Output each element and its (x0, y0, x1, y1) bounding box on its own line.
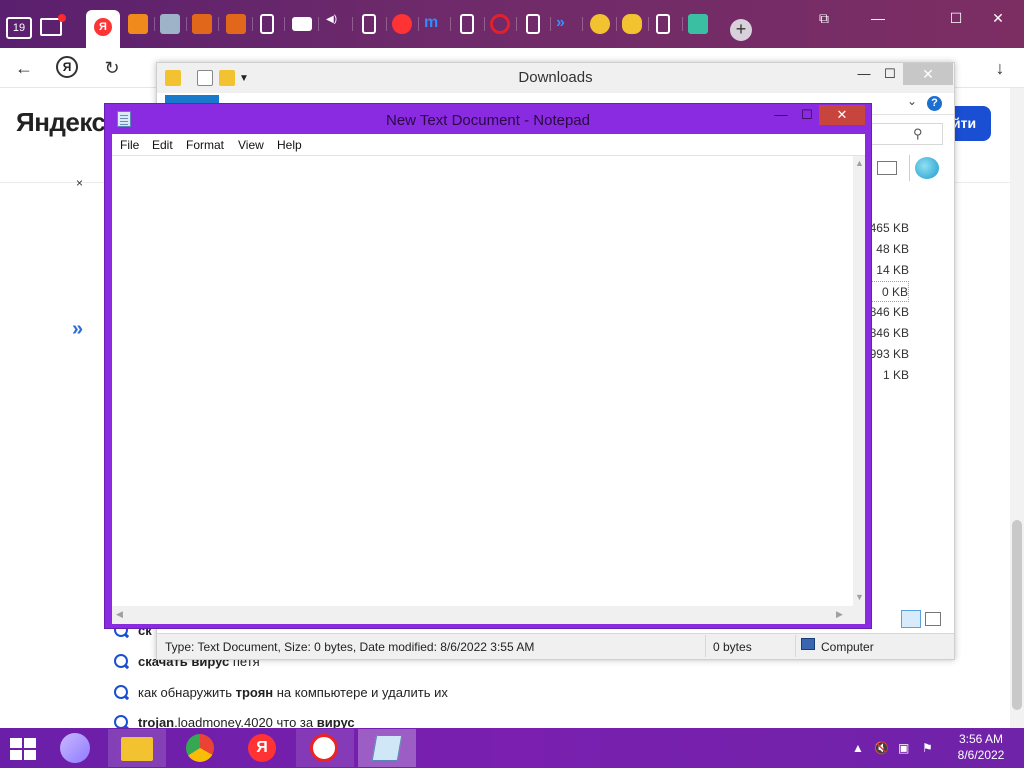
page-scrollbar-thumb[interactable] (1012, 520, 1022, 710)
notepad-menu-bar: File Edit Format View Help (112, 134, 865, 156)
resize-grip-icon[interactable] (853, 606, 865, 624)
chevrons-icon[interactable]: » (72, 318, 83, 341)
scroll-down-icon[interactable]: ▼ (855, 592, 864, 602)
explorer-titlebar[interactable]: ▼ Downloads — ☐ ✕ (157, 63, 954, 93)
tab-document-5[interactable] (656, 14, 670, 34)
bookmarks-icon[interactable]: ⧉ (812, 8, 836, 28)
search-input[interactable] (865, 123, 943, 145)
large-icons-view-icon[interactable] (925, 612, 941, 626)
tab-download-1[interactable] (192, 14, 212, 34)
browser-tab-bar: 19 Я ◀) m » + ⧉ — ☐ ✕ (0, 0, 1024, 48)
tab-chevron-site[interactable]: » (556, 14, 576, 34)
tab-audio[interactable]: ◀) (326, 14, 346, 34)
status-bytes: 0 bytes (713, 640, 752, 654)
network-icon[interactable]: ▣ (898, 741, 909, 755)
chrome-icon[interactable] (186, 734, 214, 762)
menu-edit[interactable]: Edit (152, 138, 173, 152)
tab-document-2[interactable] (362, 14, 376, 34)
taskbar-explorer[interactable] (108, 729, 166, 767)
alice-assistant-icon[interactable] (60, 733, 90, 763)
show-hidden-icons-icon[interactable]: ▲ (852, 741, 864, 755)
close-icon[interactable]: × (76, 176, 83, 190)
search-icon (114, 685, 128, 699)
tab-green-site[interactable] (688, 14, 708, 34)
divider (909, 155, 910, 181)
search-icon (114, 715, 128, 729)
computer-icon (801, 638, 815, 650)
action-center-icon[interactable]: ⚑ (922, 741, 933, 755)
scroll-left-icon[interactable]: ◀ (116, 609, 123, 620)
status-text: Type: Text Document, Size: 0 bytes, Date… (165, 640, 535, 654)
back-button[interactable]: ← (12, 56, 36, 80)
explorer-status-bar: Type: Text Document, Size: 0 bytes, Date… (157, 633, 954, 659)
clock-date: 8/6/2022 (957, 748, 1005, 762)
yandex-y-icon (310, 734, 338, 762)
search-icon[interactable]: ⚲ (913, 126, 923, 142)
notepad-text-area[interactable]: ▲ ▼ ◀ ▶ (112, 156, 865, 624)
menu-file[interactable]: File (120, 138, 139, 152)
yandex-browser-icon[interactable]: Я (248, 734, 276, 762)
suggestion-item[interactable]: как обнаружить троян на компьютере и уда… (114, 685, 448, 703)
taskbar-yandex[interactable] (296, 729, 354, 767)
notepad-title: New Text Document - Notepad (386, 112, 590, 129)
downloads-button[interactable]: ↓ (988, 56, 1012, 80)
horizontal-scrollbar[interactable]: ◀ ▶ (112, 606, 853, 624)
preview-pane-icon[interactable] (877, 161, 897, 175)
reload-button[interactable]: ↻ (100, 56, 124, 80)
clock-time: 3:56 AM (958, 732, 1004, 746)
notepad-titlebar[interactable]: New Text Document - Notepad — ☐ ✕ (105, 104, 871, 134)
yandex-tab-icon: Я (94, 18, 112, 36)
tab-document-3[interactable] (460, 14, 474, 34)
explorer-title: Downloads (518, 69, 593, 86)
notepad-icon (371, 735, 403, 761)
search-icon (114, 654, 128, 668)
yandex-logo[interactable]: Яндекс (16, 107, 106, 138)
notepad-minimize-button[interactable]: — (767, 106, 795, 124)
folder-icon (121, 737, 153, 761)
volume-muted-icon[interactable]: 🔇 (874, 741, 889, 755)
tab-orange-media[interactable] (128, 14, 148, 34)
globe-icon[interactable] (915, 157, 939, 179)
tab-yandex-active[interactable]: Я (86, 10, 120, 48)
tab-opera[interactable] (490, 14, 510, 34)
tab-info[interactable] (590, 14, 610, 34)
notepad-window[interactable]: New Text Document - Notepad — ☐ ✕ File E… (104, 103, 872, 629)
new-window-icon[interactable] (40, 14, 66, 36)
tab-settings-gear[interactable] (160, 14, 180, 34)
tab-document-4[interactable] (526, 14, 540, 34)
scroll-up-icon[interactable]: ▲ (855, 158, 864, 168)
tab-yandex-2[interactable] (392, 14, 412, 34)
tab-counter-icon[interactable]: 19 (6, 17, 32, 39)
notepad-maximize-button[interactable]: ☐ (793, 106, 821, 124)
explorer-maximize-button[interactable]: ☐ (875, 63, 905, 85)
help-icon[interactable]: ? (927, 96, 942, 111)
start-button[interactable] (10, 738, 38, 760)
details-view-icon[interactable] (901, 610, 921, 628)
taskbar-notepad[interactable] (358, 729, 416, 767)
tab-coin[interactable] (622, 14, 642, 34)
chevron-down-icon[interactable]: ⌄ (907, 94, 917, 108)
tab-m-site[interactable]: m (424, 14, 444, 34)
menu-help[interactable]: Help (277, 138, 302, 152)
menu-view[interactable]: View (238, 138, 264, 152)
browser-minimize-button[interactable]: — (866, 8, 890, 28)
notepad-close-button[interactable]: ✕ (819, 105, 865, 125)
browser-maximize-button[interactable]: ☐ (944, 8, 968, 28)
tab-download-2[interactable] (226, 14, 246, 34)
tab-document-1[interactable] (260, 14, 274, 34)
vertical-scrollbar[interactable]: ▲ ▼ (853, 156, 865, 606)
menu-format[interactable]: Format (186, 138, 224, 152)
scroll-right-icon[interactable]: ▶ (836, 609, 843, 620)
browser-close-button[interactable]: ✕ (986, 8, 1010, 28)
tab-youtube[interactable] (292, 17, 312, 31)
yandex-home-icon[interactable]: Я (56, 56, 78, 78)
new-tab-button[interactable]: + (730, 19, 752, 41)
clock[interactable]: 3:56 AM 8/6/2022 (955, 731, 1007, 763)
explorer-close-button[interactable]: ✕ (903, 63, 953, 85)
